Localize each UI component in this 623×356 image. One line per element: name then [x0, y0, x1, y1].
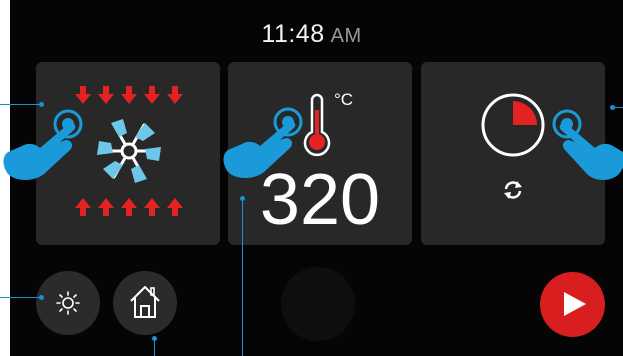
callout-dot-temperature [240, 196, 245, 201]
start-button[interactable] [540, 272, 605, 337]
callout-dot-light [39, 295, 44, 300]
light-button[interactable] [36, 271, 100, 335]
hidden-control [281, 267, 355, 341]
play-icon [564, 292, 586, 316]
home-button[interactable] [113, 271, 177, 335]
sun-icon [56, 291, 80, 315]
clock: 11:48 AM [0, 20, 623, 49]
home-icon [130, 286, 160, 318]
touch-hand-icon [223, 107, 303, 178]
fan-icon [97, 119, 161, 183]
timer-icon [481, 93, 545, 157]
callout-dot-home [152, 336, 157, 341]
clock-ampm: AM [330, 25, 362, 47]
callout-line-light [0, 297, 41, 298]
callout-line-temperature [242, 198, 243, 356]
heat-bottom-arrows-icon [75, 198, 183, 216]
repeat-icon[interactable] [502, 179, 524, 201]
touch-hand-icon [552, 109, 623, 180]
temperature-unit: °C [334, 90, 354, 109]
clock-time: 11:48 [261, 20, 325, 48]
heat-top-arrows-icon [75, 86, 183, 104]
touch-hand-icon [3, 109, 83, 180]
